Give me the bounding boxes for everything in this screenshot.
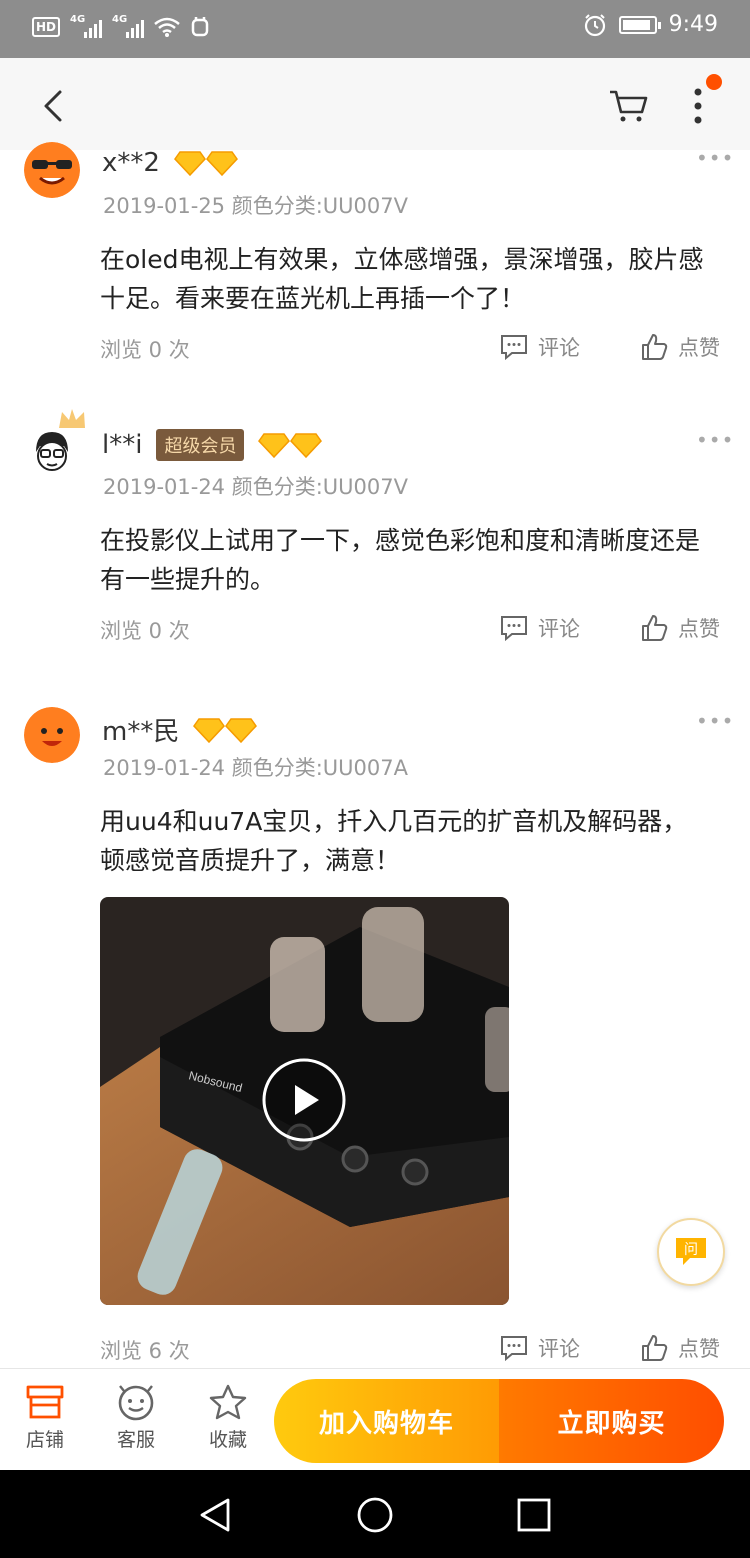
star-icon — [209, 1384, 247, 1420]
thumbs-up-icon — [642, 334, 668, 360]
like-label: 点赞 — [678, 336, 720, 360]
review-actions: 浏览 0 次 评论 点赞 — [100, 615, 725, 645]
like-button[interactable]: 点赞 — [640, 332, 720, 362]
customer-service-tab[interactable]: 客服 — [101, 1383, 171, 1452]
system-nav-bar — [0, 1470, 750, 1558]
comment-icon — [501, 616, 527, 641]
diamond-icon — [225, 717, 258, 743]
comment-label: 评论 — [538, 336, 580, 360]
purchase-buttons: 加入购物车 立即购买 — [274, 1379, 724, 1463]
comment-label: 评论 — [538, 1337, 580, 1361]
crown-icon — [59, 409, 85, 428]
status-bar: HD 4G 4G 9:49 — [0, 0, 750, 58]
like-label: 点赞 — [678, 1337, 720, 1361]
review-date-variant: 2019-01-25 颜色分类:UU007V — [103, 194, 408, 218]
store-icon — [26, 1385, 64, 1419]
ask-question-button[interactable]: 问 — [657, 1218, 725, 1286]
signal-icon: 4G — [70, 14, 103, 38]
hd-indicator: HD — [32, 17, 61, 37]
member-level-diamonds — [258, 432, 323, 458]
diamond-icon — [193, 717, 226, 743]
more-options-icon[interactable]: ••• — [696, 146, 734, 170]
signal-icon-2: 4G — [112, 14, 145, 38]
review-content: 用uu4和uu7A宝贝，扦入几百元的扩音机及解码器，顿感觉音质提升了，满意！ — [100, 807, 688, 875]
comment-icon — [501, 335, 527, 360]
super-member-badge: 超级会员 — [156, 429, 245, 461]
network-type-2: 4G — [112, 14, 128, 25]
more-vertical-icon[interactable] — [682, 84, 714, 128]
favorite-tab[interactable]: 收藏 — [193, 1383, 263, 1452]
ask-icon: 问 — [676, 1238, 706, 1265]
avatar[interactable] — [24, 707, 80, 763]
alarm-icon — [584, 13, 605, 36]
review-date-variant: 2019-01-24 颜色分类:UU007A — [103, 756, 408, 780]
view-count: 浏览 0 次 — [100, 338, 190, 362]
username-row: l**i 超级会员 — [102, 429, 323, 461]
like-button[interactable]: 点赞 — [640, 613, 720, 643]
review-content: 在投影仪上试用了一下，感觉色彩饱和度和清晰度还是有一些提升的。 — [100, 526, 701, 594]
recents-square-icon[interactable] — [516, 1497, 552, 1533]
customer-service-label: 客服 — [116, 1429, 155, 1451]
cart-icon[interactable] — [606, 86, 650, 126]
member-level-diamonds — [173, 150, 238, 176]
ask-label: 问 — [684, 1242, 698, 1258]
favorite-label: 收藏 — [208, 1429, 247, 1451]
home-circle-icon[interactable] — [356, 1496, 394, 1534]
username[interactable]: l**i — [102, 430, 142, 460]
notification-dot — [706, 74, 722, 90]
username[interactable]: x**2 — [102, 148, 160, 178]
avatar[interactable] — [24, 424, 80, 480]
comment-icon — [501, 1336, 527, 1361]
store-label: 店铺 — [25, 1429, 64, 1451]
view-count: 浏览 6 次 — [100, 1339, 190, 1363]
back-triangle-icon[interactable] — [196, 1496, 234, 1534]
store-tab[interactable]: 店铺 — [10, 1383, 80, 1452]
battery-icon — [618, 15, 661, 34]
review-video[interactable]: Nobsound — [100, 897, 509, 1305]
data-saver-icon — [191, 17, 209, 37]
view-count: 浏览 0 次 — [100, 619, 190, 643]
diamond-icon — [173, 151, 206, 176]
review-content: 在oled电视上有效果，立体感增强，景深增强，胶片感十足。看来要在蓝光机上再插一… — [100, 245, 704, 313]
status-right: 9:49 — [583, 12, 718, 37]
thumbs-up-icon — [642, 615, 668, 641]
bottom-action-bar: 店铺 客服 收藏 加入购物车 立即购买 — [0, 1368, 750, 1470]
chevron-left-icon[interactable] — [36, 86, 76, 126]
thumbs-up-icon — [642, 1335, 668, 1361]
customer-service-icon — [118, 1385, 154, 1421]
clock: 9:49 — [668, 12, 718, 37]
review-actions: 浏览 0 次 评论 点赞 — [100, 334, 725, 364]
more-options-icon[interactable]: ••• — [696, 428, 734, 452]
more-options-icon[interactable]: ••• — [696, 709, 734, 733]
avatar[interactable] — [24, 142, 80, 198]
username[interactable]: m**民 — [102, 711, 179, 748]
like-button[interactable]: 点赞 — [640, 1333, 720, 1363]
status-left: HD 4G 4G — [32, 14, 210, 38]
comment-button[interactable]: 评论 — [500, 332, 580, 362]
wifi-icon — [154, 17, 180, 37]
top-nav-bar — [0, 58, 750, 150]
username-row: x**2 — [102, 148, 238, 178]
comment-button[interactable]: 评论 — [500, 613, 580, 643]
comment-label: 评论 — [538, 617, 580, 641]
review-date-variant: 2019-01-24 颜色分类:UU007V — [103, 475, 408, 499]
username-row: m**民 — [102, 711, 258, 748]
member-level-diamonds — [193, 717, 258, 743]
diamond-icon — [258, 433, 291, 458]
add-to-cart-button[interactable]: 加入购物车 — [274, 1379, 499, 1463]
diamond-icon — [205, 151, 238, 176]
like-label: 点赞 — [678, 617, 720, 641]
diamond-icon — [290, 433, 323, 458]
network-type-1: 4G — [70, 14, 86, 25]
comment-button[interactable]: 评论 — [500, 1333, 580, 1363]
buy-now-button[interactable]: 立即购买 — [499, 1379, 724, 1463]
review-actions: 浏览 6 次 评论 点赞 — [100, 1335, 725, 1365]
